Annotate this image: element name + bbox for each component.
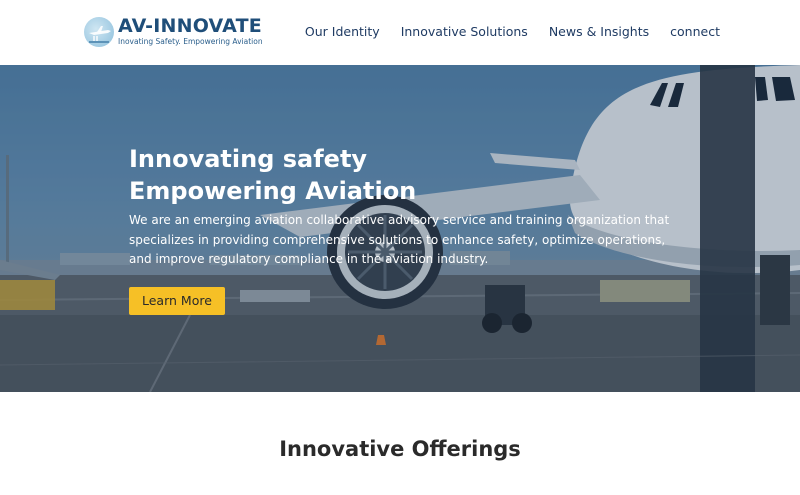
logo-tagline: Inovating Safety. Empowering Aviation bbox=[118, 37, 263, 46]
logo-text: AV-INNOVATE Inovating Safety. Empowering… bbox=[118, 16, 263, 47]
main-nav: Our Identity Innovative Solutions News &… bbox=[284, 24, 720, 40]
airplane-logo-icon bbox=[84, 16, 114, 47]
offerings-title: Innovative Offerings bbox=[279, 437, 521, 461]
hero-description: We are an emerging aviation collaborativ… bbox=[129, 213, 670, 266]
learn-more-button[interactable]: Learn More bbox=[129, 286, 225, 315]
site-logo[interactable]: AV-INNOVATE Inovating Safety. Empowering… bbox=[84, 16, 263, 47]
hero-heading: Innovating safety Empowering Aviation bbox=[129, 143, 689, 207]
hero-heading-line2: Empowering Aviation bbox=[129, 177, 417, 205]
nav-news-insights[interactable]: News & Insights bbox=[549, 24, 649, 40]
offerings-section: Innovative Offerings bbox=[0, 392, 800, 495]
hero-content: Innovating safety Empowering Aviation We… bbox=[129, 143, 689, 315]
nav-connect[interactable]: connect bbox=[670, 24, 720, 40]
nav-innovative-solutions[interactable]: Innovative Solutions bbox=[401, 24, 528, 40]
hero-section: Innovating safety Empowering Aviation We… bbox=[0, 65, 800, 392]
logo-title: AV-INNOVATE bbox=[118, 15, 262, 37]
hero-heading-line1: Innovating safety bbox=[129, 145, 368, 173]
nav-our-identity[interactable]: Our Identity bbox=[305, 24, 380, 40]
site-header: AV-INNOVATE Inovating Safety. Empowering… bbox=[0, 0, 800, 65]
